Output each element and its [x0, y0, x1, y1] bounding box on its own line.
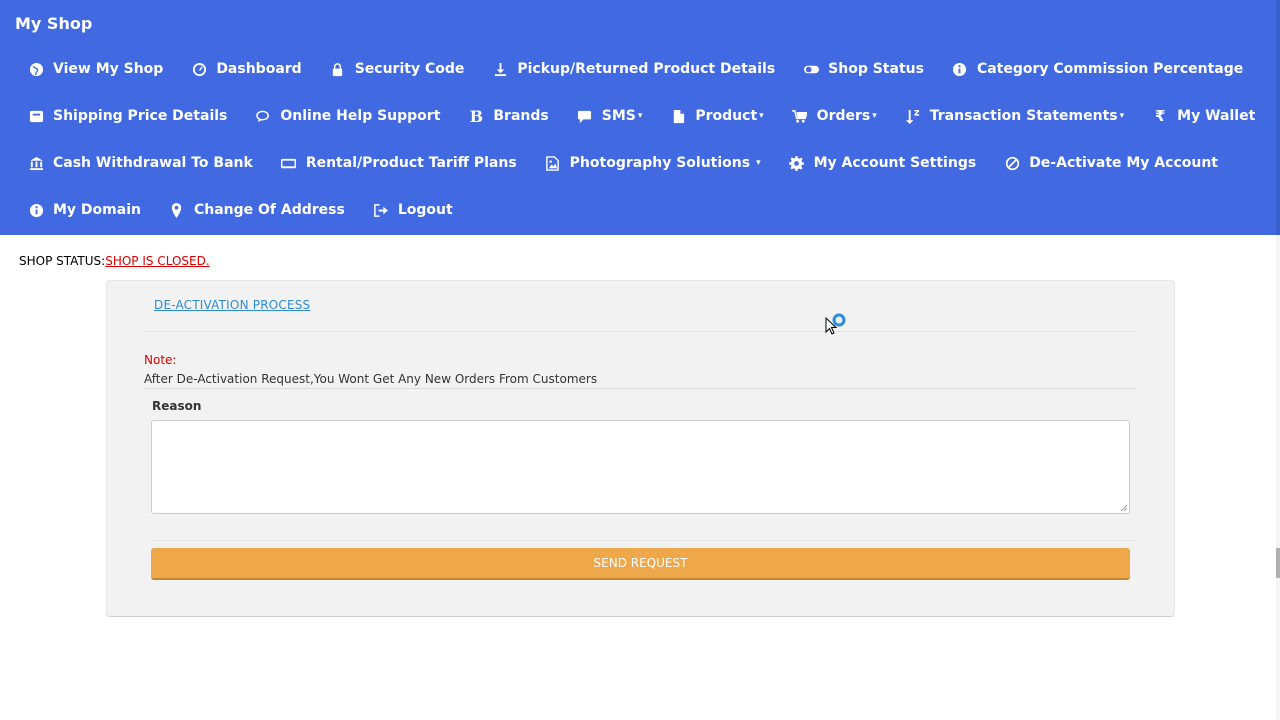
- download-icon: [492, 61, 508, 77]
- shop-status-line: SHOP STATUS:SHOP IS CLOSED.: [19, 254, 210, 268]
- nav-sms[interactable]: SMS ▾: [577, 108, 643, 124]
- nav-my-wallet[interactable]: ₹ My Wallet: [1152, 107, 1256, 125]
- reason-textarea[interactable]: [151, 420, 1130, 514]
- nav-photography[interactable]: Photography Solutions ▾: [545, 155, 761, 171]
- image-icon: [545, 155, 561, 171]
- info-icon: [952, 61, 968, 77]
- nav-row-4: My Domain Change Of Address Logout: [28, 202, 481, 218]
- nav-view-my-shop[interactable]: View My Shop: [28, 61, 163, 77]
- nav-label: Security Code: [354, 61, 465, 77]
- comment-icon: [577, 108, 593, 124]
- nav-label: De-Activate My Account: [1029, 155, 1218, 171]
- gear-icon: [789, 155, 805, 171]
- nav-label: SMS: [601, 108, 636, 124]
- divider: [151, 540, 1137, 541]
- nav-label: Rental/Product Tariff Plans: [305, 155, 517, 171]
- nav-product[interactable]: Product ▾: [670, 108, 764, 124]
- nav-label: My Wallet: [1177, 108, 1256, 124]
- nav-account-settings[interactable]: My Account Settings: [789, 155, 977, 171]
- nav-shipping-price[interactable]: Shipping Price Details: [28, 108, 227, 124]
- nav-brands[interactable]: B Brands: [468, 106, 549, 126]
- nav-dashboard[interactable]: Dashboard: [191, 61, 302, 77]
- nav-label: Pickup/Returned Product Details: [517, 61, 776, 77]
- top-navbar: My Shop View My Shop Dashboard Security …: [0, 0, 1276, 235]
- nav-label: Online Help Support: [280, 108, 441, 124]
- nav-logout[interactable]: Logout: [373, 202, 453, 218]
- nav-label: Product: [695, 108, 758, 124]
- nav-pickup-returned[interactable]: Pickup/Returned Product Details: [492, 61, 775, 77]
- note-text: After De-Activation Request,You Wont Get…: [144, 372, 598, 386]
- nav-tariff-plans[interactable]: Rental/Product Tariff Plans: [281, 155, 517, 171]
- nav-label: Change Of Address: [193, 202, 345, 218]
- nav-label: Logout: [397, 202, 453, 218]
- cart-icon: [792, 108, 808, 124]
- rupee-icon: ₹: [1154, 107, 1166, 125]
- ban-icon: [1004, 155, 1020, 171]
- deactivation-panel: DE-ACTIVATION PROCESS Note: After De-Act…: [106, 280, 1175, 617]
- nav-category-commission[interactable]: Category Commission Percentage: [952, 61, 1243, 77]
- nav-label: View My Shop: [53, 61, 164, 77]
- lock-icon: [330, 61, 346, 77]
- nav-security-code[interactable]: Security Code: [330, 61, 465, 77]
- divider: [144, 331, 1137, 332]
- nav-label: Photography Solutions: [569, 155, 751, 171]
- nav-label: Brands: [493, 108, 549, 124]
- shop-status-value[interactable]: SHOP IS CLOSED.: [105, 254, 209, 268]
- globe-icon: [28, 61, 44, 77]
- shipping-icon: [28, 108, 44, 124]
- chevron-down-icon: ▾: [756, 158, 761, 168]
- nav-label: Category Commission Percentage: [976, 61, 1244, 77]
- sort-icon: [905, 108, 921, 124]
- resize-grip-icon[interactable]: [1119, 503, 1128, 512]
- nav-label: My Account Settings: [813, 155, 977, 171]
- map-marker-icon: [169, 202, 185, 218]
- bold-b-icon: B: [469, 106, 484, 126]
- divider: [144, 388, 1137, 389]
- nav-my-domain[interactable]: My Domain: [28, 202, 141, 218]
- nav-cash-withdrawal[interactable]: Cash Withdrawal To Bank: [28, 155, 253, 171]
- info-icon: [28, 202, 44, 218]
- nav-online-help[interactable]: Online Help Support: [255, 108, 440, 124]
- chevron-down-icon: ▾: [637, 111, 643, 121]
- nav-row-2: Shipping Price Details Online Help Suppo…: [28, 106, 1280, 126]
- nav-label: Cash Withdrawal To Bank: [53, 155, 253, 171]
- logout-icon: [373, 202, 389, 218]
- toggle-icon: [803, 61, 819, 77]
- send-request-button[interactable]: SEND REQUEST: [151, 548, 1130, 580]
- nav-row-3: Cash Withdrawal To Bank Rental/Product T…: [28, 155, 1246, 171]
- chevron-down-icon: ▾: [872, 111, 877, 121]
- chevron-down-icon: ▾: [759, 111, 764, 121]
- chat-icon: [255, 108, 271, 124]
- nav-transaction-statements[interactable]: Transaction Statements ▾: [905, 108, 1124, 124]
- reason-label: Reason: [152, 399, 202, 413]
- nav-label: Transaction Statements: [929, 108, 1118, 124]
- nav-deactivate-account[interactable]: De-Activate My Account: [1004, 155, 1218, 171]
- nav-label: Shop Status: [828, 61, 924, 77]
- page-scrollbar[interactable]: [1276, 0, 1280, 720]
- brand-title[interactable]: My Shop: [15, 14, 92, 33]
- nav-label: Shipping Price Details: [53, 108, 228, 124]
- busy-cursor-icon: [825, 313, 846, 335]
- nav-label: Orders: [816, 108, 871, 124]
- nav-orders[interactable]: Orders ▾: [792, 108, 877, 124]
- dashboard-icon: [191, 61, 207, 77]
- nav-label: Dashboard: [216, 61, 302, 77]
- nav-change-address[interactable]: Change Of Address: [169, 202, 345, 218]
- nav-shop-status[interactable]: Shop Status: [803, 61, 924, 77]
- file-icon: [670, 108, 686, 124]
- deactivation-process-link[interactable]: DE-ACTIVATION PROCESS: [154, 298, 310, 312]
- nav-row-1: View My Shop Dashboard Security Code Pic…: [28, 61, 1271, 77]
- note-label: Note:: [144, 353, 177, 367]
- credit-card-icon: [281, 155, 297, 171]
- chevron-down-icon: ▾: [1119, 111, 1125, 121]
- nav-label: My Domain: [53, 202, 141, 218]
- bank-icon: [28, 155, 44, 171]
- shop-status-label: SHOP STATUS:: [19, 254, 106, 268]
